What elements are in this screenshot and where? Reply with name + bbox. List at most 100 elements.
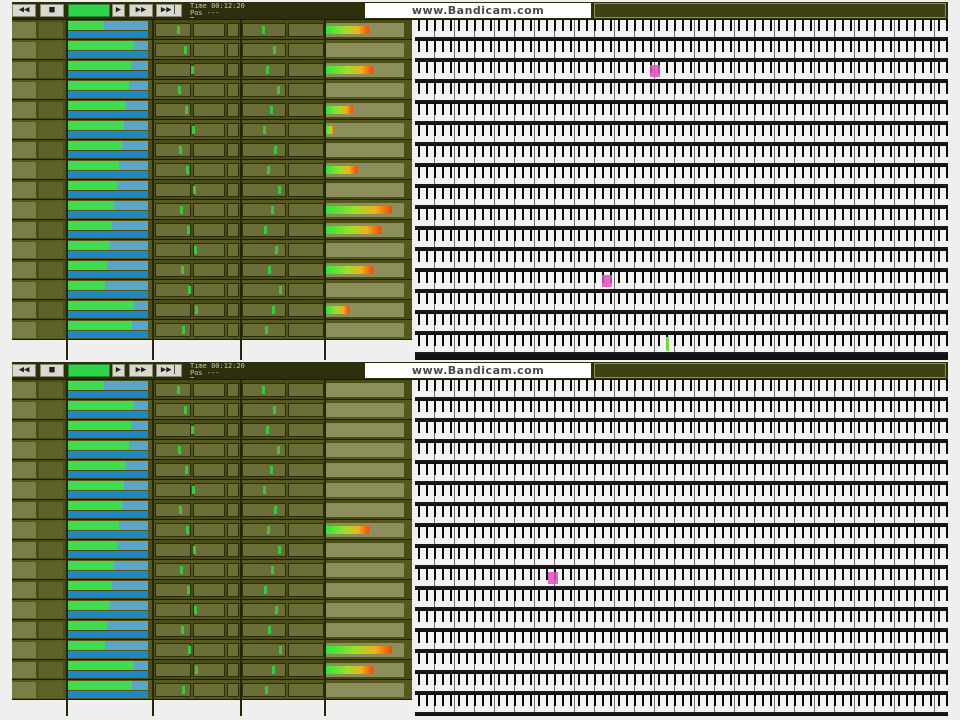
channel-parameter-box[interactable] (242, 263, 286, 277)
channel-program[interactable] (39, 242, 63, 258)
piano-keyboard-row[interactable] (415, 83, 948, 102)
piano-keyboard-row[interactable] (415, 314, 948, 333)
channel-program[interactable] (39, 142, 63, 158)
piano-keyboard-row[interactable] (415, 41, 948, 60)
channel-parameter-box[interactable] (227, 263, 239, 277)
channel-volume-bar[interactable] (68, 151, 148, 158)
channel-number[interactable] (12, 302, 36, 318)
channel-parameter-box[interactable] (193, 543, 225, 557)
channel-volume-bar[interactable] (68, 551, 148, 558)
channel-parameter-box[interactable] (155, 83, 191, 97)
channel-parameter-box[interactable] (155, 583, 191, 597)
channel-parameter-box[interactable] (155, 243, 191, 257)
channel-parameter-box[interactable] (155, 63, 191, 77)
channel-parameter-box[interactable] (288, 523, 324, 537)
channel-parameter-box[interactable] (193, 323, 225, 337)
stop-button[interactable]: ■ (40, 4, 64, 17)
instrument-name-bar[interactable] (68, 461, 148, 470)
channel-volume-bar[interactable] (68, 191, 148, 198)
channel-program[interactable] (39, 222, 63, 238)
channel-parameter-box[interactable] (288, 43, 324, 57)
channel-parameter-box[interactable] (242, 423, 286, 437)
channel-program[interactable] (39, 22, 63, 38)
channel-parameter-box[interactable] (288, 323, 324, 337)
channel-program[interactable] (39, 582, 63, 598)
channel-parameter-box[interactable] (288, 643, 324, 657)
instrument-name-bar[interactable] (68, 521, 148, 530)
channel-parameter-box[interactable] (227, 403, 239, 417)
channel-parameter-box[interactable] (242, 243, 286, 257)
piano-keyboard-row[interactable] (415, 251, 948, 270)
piano-keyboard-row[interactable] (415, 380, 948, 399)
piano-keyboard-row[interactable] (415, 401, 948, 420)
channel-volume-bar[interactable] (68, 471, 148, 478)
instrument-name-bar[interactable] (68, 141, 148, 150)
channel-parameter-box[interactable] (288, 663, 324, 677)
instrument-name-bar[interactable] (68, 301, 148, 310)
channel-parameter-box[interactable] (288, 563, 324, 577)
channel-parameter-box[interactable] (193, 283, 225, 297)
channel-program[interactable] (39, 542, 63, 558)
channel-volume-bar[interactable] (68, 91, 148, 98)
channel-program[interactable] (39, 622, 63, 638)
channel-volume-bar[interactable] (68, 391, 148, 398)
channel-parameter-box[interactable] (242, 523, 286, 537)
channel-parameter-box[interactable] (242, 503, 286, 517)
channel-volume-bar[interactable] (68, 31, 148, 38)
channel-parameter-box[interactable] (288, 103, 324, 117)
channel-program[interactable] (39, 82, 63, 98)
channel-parameter-box[interactable] (155, 643, 191, 657)
channel-parameter-box[interactable] (227, 103, 239, 117)
channel-parameter-box[interactable] (155, 443, 191, 457)
channel-parameter-box[interactable] (155, 383, 191, 397)
channel-parameter-box[interactable] (227, 243, 239, 257)
channel-parameter-box[interactable] (227, 303, 239, 317)
channel-parameter-box[interactable] (227, 463, 239, 477)
channel-parameter-box[interactable] (193, 63, 225, 77)
channel-number[interactable] (12, 642, 36, 658)
channel-program[interactable] (39, 202, 63, 218)
channel-parameter-box[interactable] (288, 303, 324, 317)
channel-program[interactable] (39, 462, 63, 478)
channel-parameter-box[interactable] (193, 243, 225, 257)
channel-parameter-box[interactable] (155, 683, 191, 697)
instrument-name-bar[interactable] (68, 161, 148, 170)
channel-program[interactable] (39, 182, 63, 198)
channel-parameter-box[interactable] (227, 83, 239, 97)
forward-button[interactable]: ▶▶ (129, 364, 153, 377)
piano-keyboard-row[interactable] (415, 104, 948, 123)
channel-number[interactable] (12, 62, 36, 78)
channel-parameter-box[interactable] (193, 643, 225, 657)
position-slider[interactable] (68, 364, 110, 377)
channel-parameter-box[interactable] (227, 23, 239, 37)
channel-parameter-box[interactable] (227, 603, 239, 617)
channel-program[interactable] (39, 422, 63, 438)
channel-parameter-box[interactable] (227, 63, 239, 77)
channel-parameter-box[interactable] (155, 283, 191, 297)
channel-parameter-box[interactable] (227, 543, 239, 557)
channel-volume-bar[interactable] (68, 251, 148, 258)
channel-program[interactable] (39, 602, 63, 618)
rewind-button[interactable]: ◀◀ (12, 4, 36, 17)
instrument-name-bar[interactable] (68, 501, 148, 510)
piano-keyboard-row[interactable] (415, 335, 948, 354)
channel-volume-bar[interactable] (68, 111, 148, 118)
instrument-name-bar[interactable] (68, 681, 148, 690)
instrument-name-bar[interactable] (68, 281, 148, 290)
channel-number[interactable] (12, 82, 36, 98)
channel-parameter-box[interactable] (288, 123, 324, 137)
channel-parameter-box[interactable] (288, 83, 324, 97)
channel-parameter-box[interactable] (242, 203, 286, 217)
channel-parameter-box[interactable] (227, 683, 239, 697)
channel-parameter-box[interactable] (227, 43, 239, 57)
instrument-name-bar[interactable] (68, 61, 148, 70)
instrument-name-bar[interactable] (68, 541, 148, 550)
channel-parameter-box[interactable] (227, 663, 239, 677)
piano-keyboard-row[interactable] (415, 569, 948, 588)
piano-keyboard-row[interactable] (415, 443, 948, 462)
channel-parameter-box[interactable] (242, 143, 286, 157)
rewind-button[interactable]: ◀◀ (12, 364, 36, 377)
instrument-name-bar[interactable] (68, 421, 148, 430)
channel-parameter-box[interactable] (242, 603, 286, 617)
channel-parameter-box[interactable] (288, 63, 324, 77)
